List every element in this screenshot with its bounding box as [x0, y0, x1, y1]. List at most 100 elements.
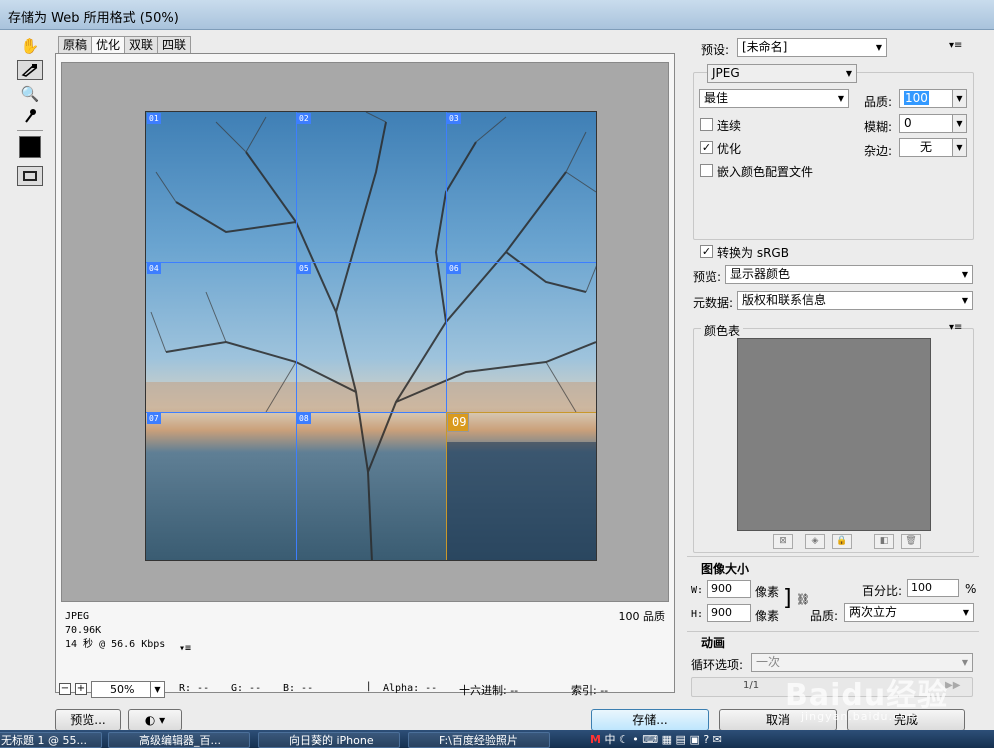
embed-profile-label: 嵌入颜色配置文件 [717, 165, 814, 179]
eyedropper-icon[interactable] [17, 106, 43, 126]
quality-label: 品质: [864, 95, 893, 109]
baidu-watermark: Baidu经验 jingyan.baidu.com [785, 670, 948, 723]
color-table-swatches[interactable] [737, 338, 931, 531]
preview-select[interactable]: 显示器颜色 ▼ [725, 265, 973, 284]
info-menu-icon[interactable]: ▾≡ [179, 642, 191, 656]
tab-original[interactable]: 原稿 [58, 36, 93, 54]
slice-label[interactable]: 08 [297, 413, 311, 424]
window-title: 存储为 Web 所用格式 (50%) [8, 11, 179, 26]
browser-icon: ◐ [144, 713, 156, 727]
height-input[interactable]: 900 [707, 604, 751, 622]
animation-title: 动画 [701, 636, 726, 650]
width-unit: 像素 [755, 585, 780, 599]
info-format: JPEG [65, 611, 90, 622]
slice-label[interactable]: 02 [297, 113, 311, 124]
convert-srgb-checkbox[interactable]: ✓ [700, 245, 713, 258]
status-b: B: -- [283, 683, 314, 694]
status-index: 索引: -- [571, 684, 609, 697]
trash-icon[interactable]: 🗑 [901, 534, 921, 549]
chain-link-icon[interactable]: ⛓ [796, 593, 810, 606]
divider [687, 556, 979, 557]
zoom-in-button[interactable]: + [75, 683, 87, 695]
new-color-icon[interactable]: ◧ [874, 534, 894, 549]
slice-boundary [296, 112, 297, 560]
metadata-select[interactable]: 版权和联系信息 ▼ [737, 291, 973, 310]
browser-preview-button[interactable]: ◐ ▾ [128, 709, 182, 731]
slice-label[interactable]: 04 [147, 263, 161, 274]
tray-icons[interactable]: ☾ • ⌨ ▦ ▤ ▣ ? ✉ [619, 733, 722, 746]
color-table-title: 颜色表 [701, 322, 744, 339]
preview-canvas[interactable]: 01 02 03 04 05 06 07 08 09 [61, 62, 669, 602]
height-label: H: [691, 609, 704, 620]
chevron-down-icon: ▼ [961, 270, 969, 279]
embed-profile-checkbox[interactable] [700, 164, 713, 177]
taskbar-item[interactable]: 向日葵的 iPhone [258, 732, 400, 748]
chevron-down-icon: ▼ [837, 94, 845, 103]
resample-quality-value: 两次立方 [849, 605, 898, 619]
sogou-icon[interactable]: M [590, 733, 601, 746]
selected-slice-outline [446, 412, 596, 560]
optimized-checkbox[interactable]: ✓ [700, 141, 713, 154]
slice-label[interactable]: 01 [147, 113, 161, 124]
preview-image[interactable]: 01 02 03 04 05 06 07 08 09 [145, 111, 597, 561]
preview-button[interactable]: 预览... [55, 709, 121, 731]
tab-4-up[interactable]: 四联 [157, 36, 192, 54]
tool-strip: ✋ 🔍 [14, 34, 46, 214]
quality-value: 100 [904, 91, 929, 105]
eyedropper-color-swatch[interactable] [19, 136, 41, 158]
chevron-down-icon: ▼ [961, 658, 969, 667]
taskbar-item[interactable]: F:\百度经验照片 [408, 732, 550, 748]
width-input[interactable]: 900 [707, 580, 751, 598]
tool-divider [17, 130, 43, 131]
quality-level-value: 最佳 [704, 91, 729, 105]
slice-label[interactable]: 07 [147, 413, 161, 424]
web-shift-icon[interactable]: ◈ [805, 534, 825, 549]
preset-select[interactable]: [未命名] ▼ [737, 38, 887, 57]
slice-label[interactable]: 05 [297, 263, 311, 274]
status-hex: 十六进制: -- [459, 684, 519, 697]
quality-input[interactable]: 100 ▼ [899, 89, 967, 108]
preview-value: 显示器颜色 [730, 267, 791, 281]
chevron-down-icon: ▼ [150, 682, 164, 697]
chevron-down-icon: ▼ [952, 139, 966, 156]
zoom-out-button[interactable]: − [59, 683, 71, 695]
lock-icon[interactable]: 🔒 [832, 534, 852, 549]
chevron-down-icon: ▼ [875, 43, 883, 52]
title-bar: 存储为 Web 所用格式 (50%) [0, 0, 994, 30]
quality-level-select[interactable]: 最佳 ▼ [699, 89, 849, 108]
image-size-title: 图像大小 [701, 562, 750, 576]
format-select[interactable]: JPEG ▼ [707, 64, 857, 83]
view-tabs: 原稿 优化 双联 四联 [58, 36, 192, 54]
toggle-slices-visibility-icon[interactable] [17, 166, 43, 186]
info-quality: 100 品质 [618, 610, 666, 623]
taskbar-item[interactable]: 无标题 1 @ 55... [0, 732, 102, 748]
info-download-time: 14 秒 @ 56.6 Kbps [65, 639, 166, 650]
map-transparent-icon[interactable]: ⊠ [773, 534, 793, 549]
zoom-select[interactable]: 50% ▼ [91, 681, 165, 698]
matte-label: 杂边: [864, 144, 893, 158]
metadata-value: 版权和联系信息 [742, 293, 827, 307]
loop-value: 一次 [756, 655, 781, 669]
progressive-checkbox[interactable] [700, 118, 713, 131]
slice-label[interactable]: 09 [447, 413, 470, 432]
chevron-down-icon: ▼ [952, 90, 966, 107]
matte-select[interactable]: 无 ▼ [899, 138, 967, 157]
taskbar-item[interactable]: 高级编辑器_百... [108, 732, 250, 748]
panel-menu-icon[interactable]: ▾≡ [949, 40, 962, 51]
percent-input[interactable]: 100 [907, 579, 959, 597]
color-table-menu-icon[interactable]: ▾≡ [949, 322, 962, 333]
blur-input[interactable]: 0 ▼ [899, 114, 967, 133]
save-button[interactable]: 存储... [591, 709, 709, 731]
hand-icon[interactable]: ✋ [17, 36, 43, 56]
tab-2-up[interactable]: 双联 [124, 36, 159, 54]
status-divider: | [367, 681, 371, 692]
status-alpha: Alpha: -- [383, 683, 438, 694]
slice-label[interactable]: 06 [447, 263, 461, 274]
resample-quality-select[interactable]: 两次立方 ▼ [844, 603, 974, 622]
zoom-icon[interactable]: 🔍 [17, 84, 43, 104]
slice-select-icon[interactable] [17, 60, 43, 80]
slice-label[interactable]: 03 [447, 113, 461, 124]
input-language[interactable]: 中 [604, 733, 615, 746]
status-r: R: -- [179, 683, 210, 694]
tab-optimized[interactable]: 优化 [91, 36, 126, 54]
